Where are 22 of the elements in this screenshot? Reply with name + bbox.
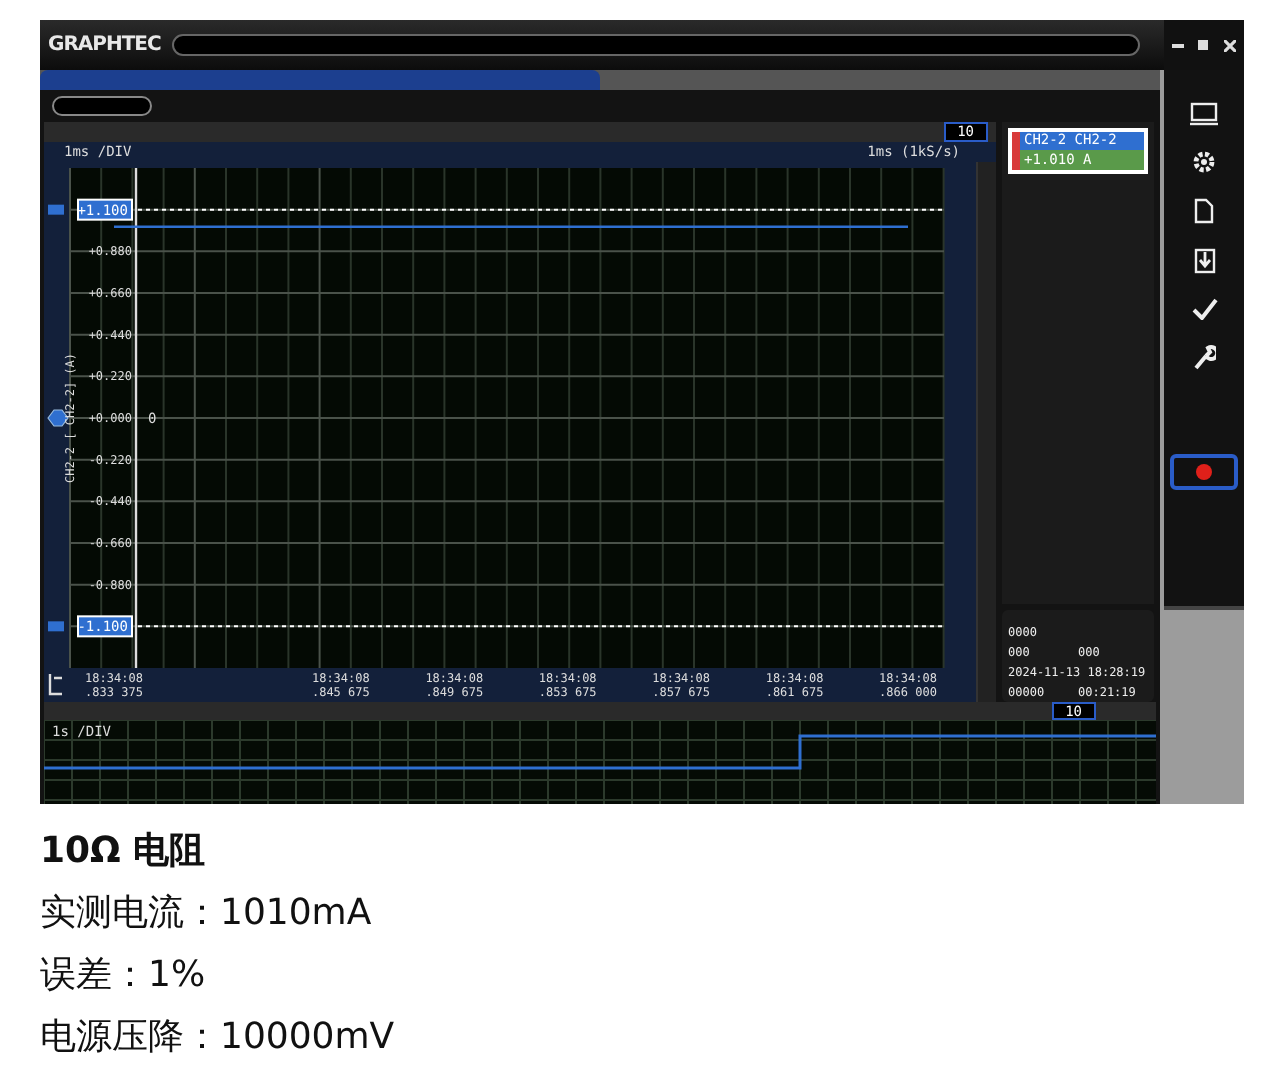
gear-icon[interactable] (1192, 150, 1216, 174)
record-button[interactable] (1170, 454, 1238, 490)
save-icon[interactable] (1193, 248, 1215, 274)
wrench-icon[interactable] (1192, 344, 1216, 370)
caption-line: 误差：1% (40, 952, 208, 1000)
caption-line: 实测电流：1010mA (40, 890, 374, 938)
scrollbar[interactable] (976, 162, 996, 702)
cursor-icon[interactable] (48, 672, 64, 696)
maximize-icon[interactable] (1198, 40, 1209, 50)
close-icon[interactable] (1224, 39, 1237, 51)
limit-marker[interactable] (48, 621, 64, 632)
logo: GRAPHTEC (48, 34, 161, 56)
caption-title: 10Ω 电阻 (40, 828, 208, 876)
minimize-icon[interactable] (1171, 43, 1184, 47)
toolbar-button[interactable] (52, 96, 152, 116)
caption-line: 电源压降：10000mV (40, 1014, 397, 1062)
document-icon[interactable] (1194, 198, 1214, 224)
zero-marker-icon[interactable] (47, 409, 69, 427)
limit-marker[interactable] (48, 204, 64, 215)
record-icon (1196, 464, 1212, 480)
check-icon[interactable] (1191, 298, 1217, 320)
monitor-icon[interactable] (1190, 102, 1218, 126)
